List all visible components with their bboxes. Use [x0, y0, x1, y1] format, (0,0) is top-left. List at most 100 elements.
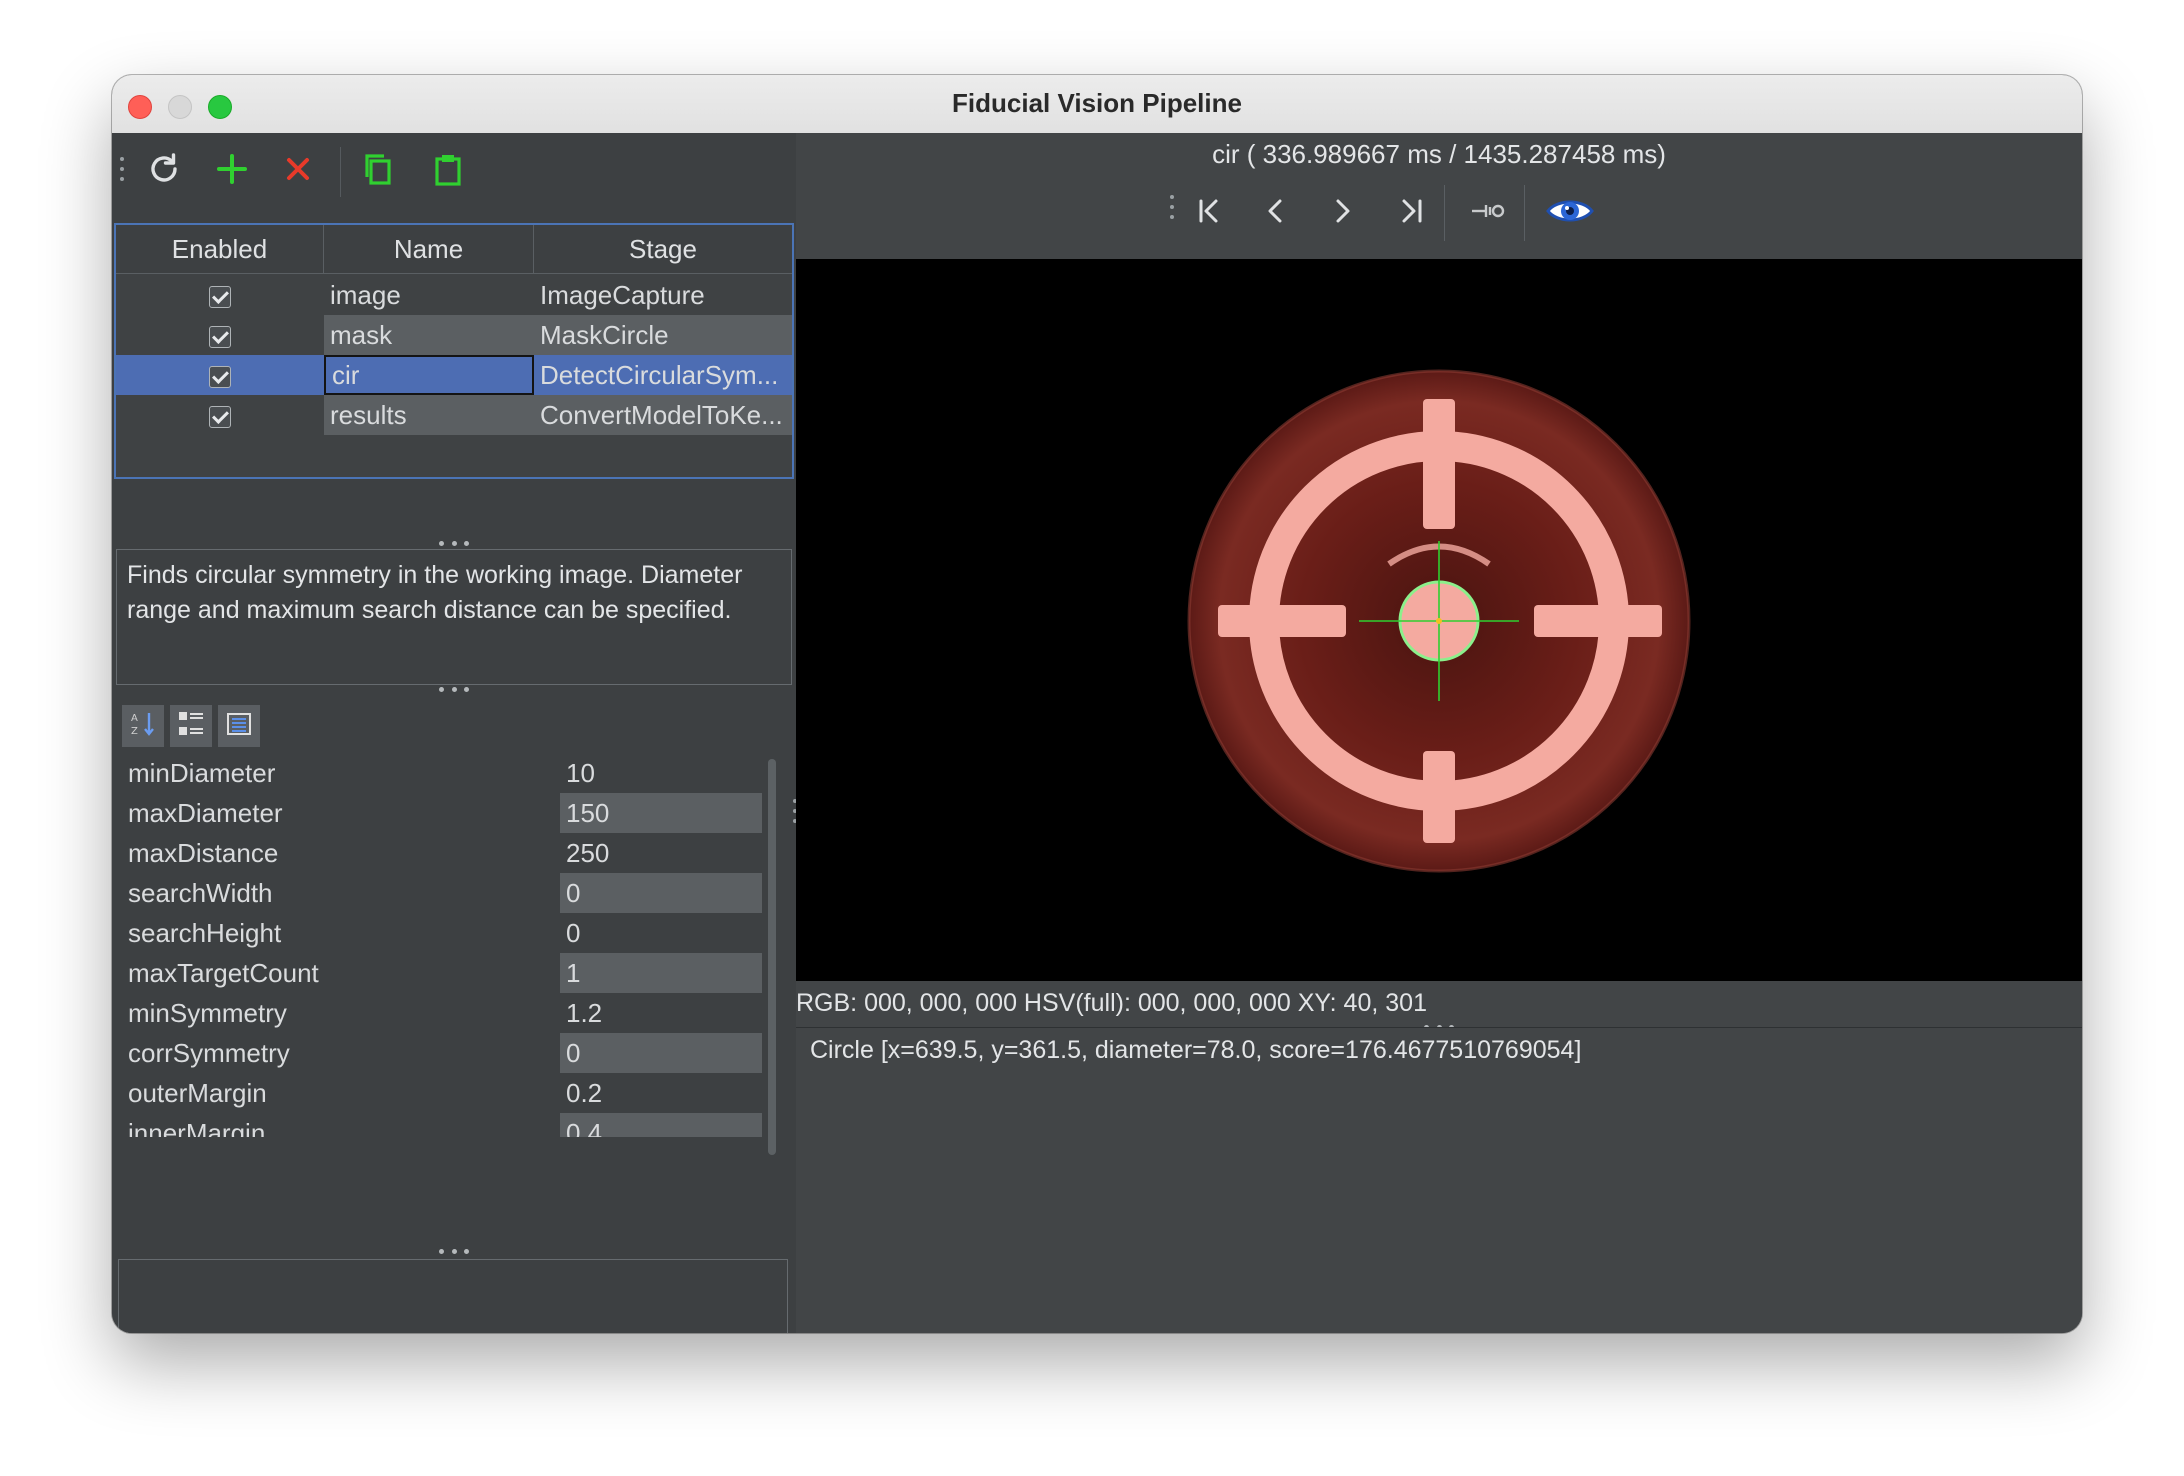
property-scrollbar[interactable]	[768, 759, 776, 1155]
title-bar: Fiducial Vision Pipeline	[112, 75, 2082, 134]
pipeline-panel: Enabled Name Stage image ImageCapture ma…	[112, 133, 797, 1333]
enabled-checkbox[interactable]	[209, 366, 231, 389]
show-overlay-toggle[interactable]	[1542, 193, 1598, 233]
header-name[interactable]: Name	[324, 225, 534, 273]
stage-timing: cir ( 336.989667 ms / 1435.287458 ms)	[1212, 139, 1666, 169]
scrollbar-thumb[interactable]	[768, 759, 776, 1155]
stage-cell[interactable]: DetectCircularSym...	[534, 355, 792, 395]
header-enabled[interactable]: Enabled	[116, 225, 324, 273]
fiducial-tick-bottom	[1423, 751, 1455, 843]
paste-stage-button[interactable]	[426, 149, 470, 193]
property-value[interactable]: 0.2	[560, 1073, 762, 1113]
stage-cell[interactable]: MaskCircle	[534, 315, 792, 355]
categorized-icon	[176, 709, 206, 744]
property-row[interactable]: outerMargin 0.2	[118, 1073, 762, 1113]
enabled-checkbox[interactable]	[209, 406, 231, 429]
enabled-cell[interactable]	[116, 355, 324, 395]
toolbar-separator	[340, 147, 341, 197]
property-row[interactable]: maxTargetCount 1	[118, 953, 762, 993]
pin-button[interactable]	[1468, 193, 1508, 233]
property-name: innerMargin	[128, 1118, 266, 1137]
property-view-modes: AZ	[122, 705, 260, 749]
property-row[interactable]: maxDistance 250	[118, 833, 762, 873]
image-viewer[interactable]	[796, 259, 2082, 981]
app-window: Fiducial Vision Pipeline Enabled Name St…	[112, 75, 2082, 1333]
pin-icon	[1468, 195, 1508, 232]
header-stage[interactable]: Stage	[534, 225, 792, 273]
viewer-panel: cir ( 336.989667 ms / 1435.287458 ms) RG…	[796, 133, 2082, 1333]
fiducial-tick-right	[1534, 605, 1662, 637]
property-name: corrSymmetry	[128, 1038, 290, 1068]
fiducial-tick-left	[1218, 605, 1346, 637]
last-stage-button[interactable]	[1390, 193, 1430, 233]
property-value[interactable]: 0	[560, 913, 762, 953]
property-value[interactable]: 250	[560, 833, 762, 873]
property-name: searchHeight	[128, 918, 282, 948]
sort-alpha-button[interactable]: AZ	[122, 705, 164, 747]
viewer-toolbar-separator	[1444, 185, 1445, 241]
property-value[interactable]: 150	[560, 793, 762, 833]
property-value[interactable]: 1	[560, 953, 762, 993]
previous-stage-button[interactable]	[1256, 193, 1296, 233]
name-cell[interactable]: image	[324, 275, 534, 315]
property-value[interactable]: 0.4	[560, 1113, 762, 1137]
eye-icon	[1545, 195, 1595, 232]
copy-stage-button[interactable]	[356, 149, 400, 193]
toolbar-grip[interactable]	[120, 157, 126, 187]
viewer-toolbar-grip[interactable]	[1170, 195, 1176, 225]
table-row[interactable]: mask MaskCircle	[116, 315, 792, 355]
property-name: maxDistance	[128, 838, 279, 868]
property-value[interactable]: 1.2	[560, 993, 762, 1033]
stage-cell[interactable]: ImageCapture	[534, 275, 792, 315]
property-row[interactable]: minSymmetry 1.2	[118, 993, 762, 1033]
refresh-icon	[146, 151, 182, 192]
stage-cell[interactable]: ConvertModelToKe...	[534, 395, 792, 435]
property-row[interactable]: minDiameter 10	[118, 753, 762, 793]
property-value[interactable]: 10	[560, 753, 762, 793]
property-name: minDiameter	[128, 758, 276, 788]
categorized-button[interactable]	[170, 705, 212, 747]
property-row[interactable]: searchHeight 0	[118, 913, 762, 953]
enabled-cell[interactable]	[116, 315, 324, 355]
add-stage-button[interactable]	[210, 149, 254, 193]
list-view-icon	[224, 709, 254, 744]
window-title: Fiducial Vision Pipeline	[952, 88, 1242, 118]
splitter-handle[interactable]	[439, 1247, 469, 1255]
table-row-selected[interactable]: cir DetectCircularSym...	[116, 355, 792, 395]
paste-icon	[430, 151, 466, 192]
name-cell-editing[interactable]: cir	[324, 355, 534, 395]
property-name: searchWidth	[128, 878, 273, 908]
enabled-checkbox[interactable]	[209, 286, 231, 309]
property-row[interactable]: maxDiameter 150	[118, 793, 762, 833]
delete-stage-button[interactable]	[276, 149, 320, 193]
detection-result: Circle [x=639.5, y=361.5, diameter=78.0,…	[810, 1036, 1582, 1064]
property-value[interactable]: 0	[560, 1033, 762, 1073]
property-row[interactable]: corrSymmetry 0	[118, 1033, 762, 1073]
next-stage-button[interactable]	[1322, 193, 1362, 233]
property-value[interactable]: 0	[560, 873, 762, 913]
table-row[interactable]: image ImageCapture	[116, 275, 792, 315]
table-row[interactable]: results ConvertModelToKe...	[116, 395, 792, 435]
first-icon	[1194, 195, 1226, 232]
first-stage-button[interactable]	[1190, 193, 1230, 233]
property-row[interactable]: innerMargin 0.4	[118, 1113, 762, 1137]
property-row[interactable]: searchWidth 0	[118, 873, 762, 913]
delete-icon	[282, 153, 314, 190]
property-name: minSymmetry	[128, 998, 287, 1028]
splitter-handle[interactable]	[439, 539, 469, 547]
svg-text:A: A	[131, 713, 138, 724]
name-cell[interactable]: results	[324, 395, 534, 435]
list-view-button[interactable]	[218, 705, 260, 747]
next-icon	[1326, 195, 1358, 232]
refresh-button[interactable]	[142, 149, 186, 193]
name-cell[interactable]: mask	[324, 315, 534, 355]
results-panel: Circle [x=639.5, y=361.5, diameter=78.0,…	[796, 1027, 2082, 1333]
enabled-cell[interactable]	[116, 275, 324, 315]
enabled-cell[interactable]	[116, 395, 324, 435]
sort-alpha-icon: AZ	[128, 709, 158, 744]
enabled-checkbox[interactable]	[209, 326, 231, 349]
fiducial-tick-top	[1423, 399, 1455, 529]
fiducial-image	[1187, 369, 1691, 873]
pipeline-table: Enabled Name Stage image ImageCapture ma…	[114, 223, 794, 479]
splitter-handle[interactable]	[439, 685, 469, 693]
